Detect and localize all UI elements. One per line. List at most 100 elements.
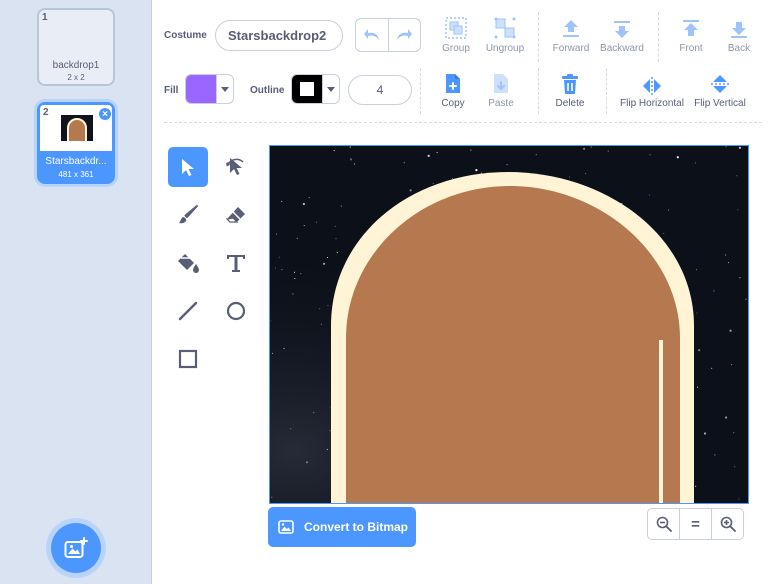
eraser-icon bbox=[225, 207, 245, 223]
star bbox=[293, 271, 296, 273]
star bbox=[745, 298, 747, 300]
fill-dropdown[interactable] bbox=[216, 75, 233, 103]
circle-tool[interactable] bbox=[216, 291, 256, 331]
convert-label: Convert to Bitmap bbox=[304, 520, 409, 534]
reshape-tool[interactable] bbox=[216, 147, 256, 187]
zoom-out-button[interactable] bbox=[648, 509, 679, 539]
star bbox=[734, 466, 736, 468]
arrow-cursor-icon bbox=[182, 159, 194, 176]
text-tool[interactable] bbox=[216, 243, 256, 283]
redo-button[interactable] bbox=[387, 19, 420, 51]
star bbox=[585, 172, 587, 175]
star bbox=[334, 225, 336, 227]
paint-canvas[interactable] bbox=[269, 145, 749, 504]
select-tool[interactable] bbox=[168, 147, 208, 187]
star bbox=[271, 352, 273, 354]
star bbox=[281, 200, 283, 202]
backward-button[interactable]: Backward bbox=[592, 16, 652, 54]
star bbox=[290, 428, 292, 430]
star bbox=[354, 163, 356, 165]
outline-label: Outline bbox=[250, 85, 285, 96]
star bbox=[333, 150, 335, 152]
zoom-in-button[interactable] bbox=[711, 509, 743, 539]
back-button[interactable]: Back bbox=[709, 16, 769, 54]
star bbox=[607, 150, 609, 152]
line-tool[interactable] bbox=[168, 291, 208, 331]
zoom-reset-button[interactable]: = bbox=[679, 509, 711, 539]
star bbox=[403, 162, 405, 164]
forward-label: Forward bbox=[552, 43, 590, 54]
star bbox=[739, 277, 741, 279]
fill-swatch bbox=[186, 75, 216, 103]
star bbox=[275, 267, 277, 269]
group-label: Group bbox=[442, 43, 470, 54]
star bbox=[736, 175, 738, 177]
brush-tool[interactable] bbox=[168, 195, 208, 235]
undo-button[interactable] bbox=[356, 19, 388, 51]
backward-icon bbox=[614, 21, 630, 38]
star bbox=[649, 154, 651, 156]
fill-color-picker[interactable] bbox=[185, 74, 234, 104]
rectangle-tool[interactable] bbox=[168, 339, 208, 379]
stroke-width-input[interactable]: 4 bbox=[348, 75, 412, 105]
star bbox=[349, 158, 353, 161]
star bbox=[506, 164, 508, 166]
divider bbox=[606, 68, 607, 114]
paint-bucket-icon bbox=[178, 254, 199, 273]
star bbox=[336, 252, 338, 254]
star bbox=[329, 430, 331, 432]
star bbox=[335, 238, 337, 240]
backdrop-thumb-1[interactable]: 1 backdrop1 2 x 2 bbox=[37, 8, 115, 86]
brush-icon bbox=[179, 205, 198, 224]
star bbox=[302, 202, 305, 206]
star bbox=[475, 169, 478, 172]
star bbox=[315, 221, 317, 223]
fill-tool[interactable] bbox=[168, 243, 208, 283]
star bbox=[714, 454, 716, 456]
star bbox=[480, 172, 482, 174]
star bbox=[281, 268, 283, 271]
star bbox=[738, 146, 741, 149]
star bbox=[676, 156, 679, 159]
star bbox=[432, 183, 434, 185]
paste-label: Paste bbox=[488, 98, 514, 109]
star bbox=[271, 496, 273, 498]
redo-icon bbox=[397, 29, 413, 40]
costume-name-input[interactable]: Starsbackdrop2 bbox=[215, 20, 343, 51]
delete-label: Delete bbox=[555, 98, 585, 109]
star bbox=[323, 262, 326, 265]
divider bbox=[420, 68, 421, 114]
star bbox=[733, 432, 735, 434]
star bbox=[648, 194, 651, 196]
star bbox=[427, 154, 430, 157]
paste-button[interactable]: Paste bbox=[471, 71, 531, 109]
copy-label: Copy bbox=[441, 98, 465, 109]
text-icon bbox=[227, 255, 245, 272]
outline-color-picker[interactable] bbox=[291, 74, 340, 104]
ungroup-button[interactable]: Ungroup bbox=[475, 16, 535, 54]
backdrop-name: Starsbackdr... bbox=[45, 156, 107, 167]
star bbox=[451, 177, 454, 180]
outline-dropdown[interactable] bbox=[322, 75, 339, 103]
star bbox=[349, 146, 351, 148]
star bbox=[583, 147, 586, 150]
star bbox=[292, 293, 294, 295]
delete-backdrop-icon[interactable]: × bbox=[98, 107, 112, 121]
add-backdrop-button[interactable] bbox=[51, 523, 101, 573]
copy-icon bbox=[446, 74, 460, 93]
star bbox=[713, 290, 715, 292]
delete-button[interactable]: Delete bbox=[540, 71, 600, 109]
flip-vertical-button[interactable]: Flip Vertical bbox=[690, 71, 750, 109]
zoom-controls: = bbox=[647, 508, 744, 540]
star bbox=[326, 448, 328, 450]
eraser-tool[interactable] bbox=[216, 195, 256, 235]
star bbox=[727, 262, 730, 264]
reshape-icon bbox=[226, 158, 244, 175]
convert-to-bitmap-button[interactable]: Convert to Bitmap bbox=[268, 507, 416, 547]
star bbox=[340, 205, 342, 207]
star bbox=[568, 176, 571, 178]
flip-horizontal-button[interactable]: Flip Horizontal bbox=[614, 71, 690, 109]
ungroup-icon bbox=[494, 17, 516, 39]
backdrop-thumb-2[interactable]: 2 × Starsbackdr... 481 x 361 bbox=[37, 102, 115, 184]
star bbox=[711, 367, 713, 369]
